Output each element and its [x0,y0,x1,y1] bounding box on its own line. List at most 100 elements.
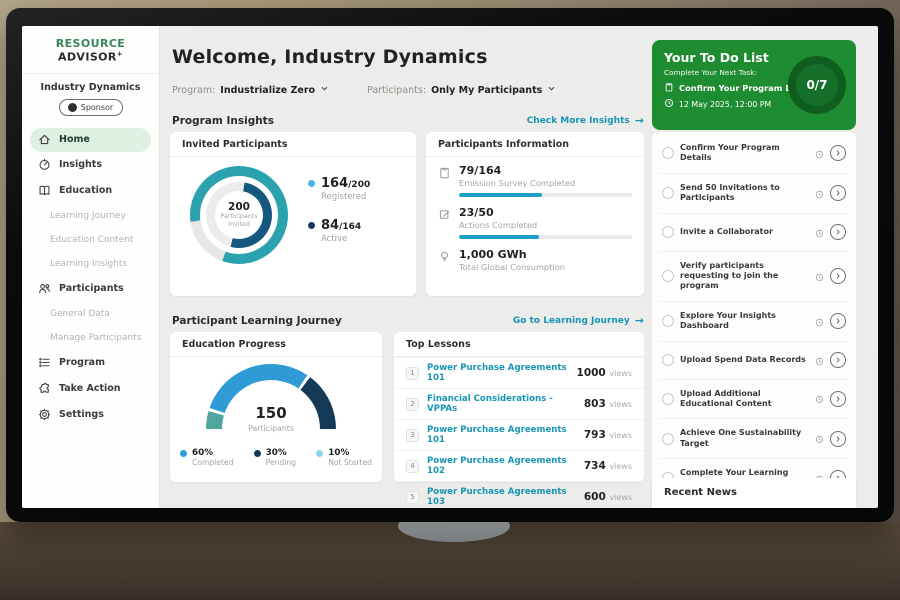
program-select[interactable]: Program: Industrialize Zero [172,84,329,96]
legend-label: Completed [192,458,233,467]
sidebar-item-general-data[interactable]: General Data [22,302,159,326]
page-title: Welcome, Industry Dynamics [172,46,488,68]
task-go-button[interactable] [830,145,846,161]
progress-track [459,193,632,197]
task-row[interactable]: Invite a Collaborator [660,213,848,251]
education-progress-gauge-chart: 150 Participants [206,364,336,444]
rank-badge: 5 [406,491,419,504]
task-go-button[interactable] [830,224,846,240]
task-checkbox[interactable] [662,270,674,282]
task-go-button[interactable] [830,431,846,447]
legend-item-active: 84/164 Active [308,218,370,244]
task-label: Verify participants requesting to join t… [680,261,809,292]
participants-information-card: Participants Information 79/164 Emission… [426,132,644,296]
take-action-icon [37,382,51,396]
task-row[interactable]: Confirm Your Program Details [660,134,848,173]
task-checkbox[interactable] [662,226,674,238]
task-label: Confirm Your Program Details [680,143,809,164]
sidebar-item-education-content[interactable]: Education Content [22,228,159,252]
clock-icon [815,429,824,448]
stat-total-consumption: 1,000 GWh Total Global Consumption [426,241,644,274]
check-more-insights-link[interactable]: Check More Insights → [527,114,644,127]
progress-fill [459,193,542,197]
legend-item-not-started: 10% Not Started [316,448,372,467]
lesson-row: 3 Power Purchase Agreements 101 793 view… [394,419,644,450]
task-go-button[interactable] [830,391,846,407]
sidebar-item-settings[interactable]: Settings [22,402,159,428]
legend-label: Registered [321,192,370,202]
lesson-link[interactable]: Power Purchase Agreements 101 [427,363,569,383]
legend-total: /164 [339,222,361,232]
task-row[interactable]: Upload Spend Data Records [660,341,848,379]
stat-value: 1,000 GWh [459,248,632,261]
arrow-right-icon: → [635,314,644,327]
sidebar-item-program[interactable]: Program [22,350,159,376]
lesson-link[interactable]: Power Purchase Agreements 101 [427,425,576,445]
sidebar-item-education[interactable]: Education [22,178,159,204]
monitor-bezel: RESOURCE ADVISOR+ Industry Dynamics Spon… [6,8,894,522]
task-row[interactable]: Achieve One Sustainability Target [660,418,848,458]
sidebar-item-label: Take Action [59,383,121,394]
stat-actions-completed: 23/50 Actions Completed [426,199,644,241]
edit-icon [438,206,451,239]
participants-select[interactable]: Participants: Only My Participants [367,84,556,96]
task-row[interactable]: Verify participants requesting to join t… [660,251,848,301]
legend-label: Pending [266,458,296,467]
section-title: Participant Learning Journey [172,315,342,327]
sidebar-item-label: General Data [50,309,110,319]
task-go-button[interactable] [830,268,846,284]
lesson-link[interactable]: Power Purchase Agreements 102 [427,456,576,476]
clock-icon [815,144,824,163]
clipboard-icon [664,82,674,94]
sidebar-item-learning-insights[interactable]: Learning Insights [22,252,159,276]
task-row[interactable]: Upload Additional Educational Content [660,379,848,419]
task-checkbox[interactable] [662,315,674,327]
lesson-row: 2 Financial Considerations - VPPAs 803 v… [394,388,644,419]
go-to-learning-journey-link[interactable]: Go to Learning Journey → [513,314,644,327]
task-checkbox[interactable] [662,187,674,199]
sidebar-item-learning-journey[interactable]: Learning Journey [22,204,159,228]
legend-total: /200 [348,180,370,190]
task-go-button[interactable] [830,352,846,368]
sidebar-item-insights[interactable]: Insights [22,152,159,178]
clock-icon [815,351,824,370]
lesson-link[interactable]: Power Purchase Agreements 103 [427,487,576,507]
task-checkbox[interactable] [662,354,674,366]
app-logo: RESOURCE ADVISOR+ [22,26,159,64]
task-go-button[interactable] [830,185,846,201]
logo-secondary: ADVISOR [58,51,117,64]
stat-emission-survey: 79/164 Emission Survey Completed [426,157,644,199]
views-count: 793 [584,429,606,441]
task-row[interactable]: Explore Your Insights Dashboard [660,301,848,341]
task-label: Invite a Collaborator [680,227,809,237]
sidebar-item-participants[interactable]: Participants [22,276,159,302]
sidebar-item-manage-participants[interactable]: Manage Participants [22,326,159,350]
sidebar-item-take-action[interactable]: Take Action [22,376,159,402]
sidebar-item-label: Learning Insights [50,259,127,269]
sidebar-menu: Home Insights Education Learning Journey… [22,128,159,428]
sponsor-badge: Sponsor [59,99,123,116]
task-row[interactable]: Send 50 Invitations to Participants [660,173,848,213]
sidebar-item-home[interactable]: Home [30,128,151,152]
gauge-center-label: Participants [206,424,336,433]
legend-item-registered: 164/200 Registered [308,176,370,202]
program-value: Industrialize Zero [220,85,315,96]
task-label: Achieve One Sustainability Target [680,428,809,449]
insights-icon [37,158,51,172]
lesson-link[interactable]: Financial Considerations - VPPAs [427,394,576,414]
views-label: views [609,462,632,471]
link-label: Go to Learning Journey [513,316,630,326]
stat-value: 79/164 [459,164,632,177]
recent-news-card: Recent News [652,478,856,508]
chevron-down-icon [547,84,556,96]
legend-dot-completed [180,450,187,457]
sidebar-item-label: Program [59,357,105,368]
task-checkbox[interactable] [662,147,674,159]
settings-icon [37,408,51,422]
task-checkbox[interactable] [662,393,674,405]
task-label: Upload Additional Educational Content [680,389,809,410]
task-go-button[interactable] [830,313,846,329]
task-checkbox[interactable] [662,433,674,445]
education-icon [37,184,51,198]
legend-value: 10% [328,448,372,458]
